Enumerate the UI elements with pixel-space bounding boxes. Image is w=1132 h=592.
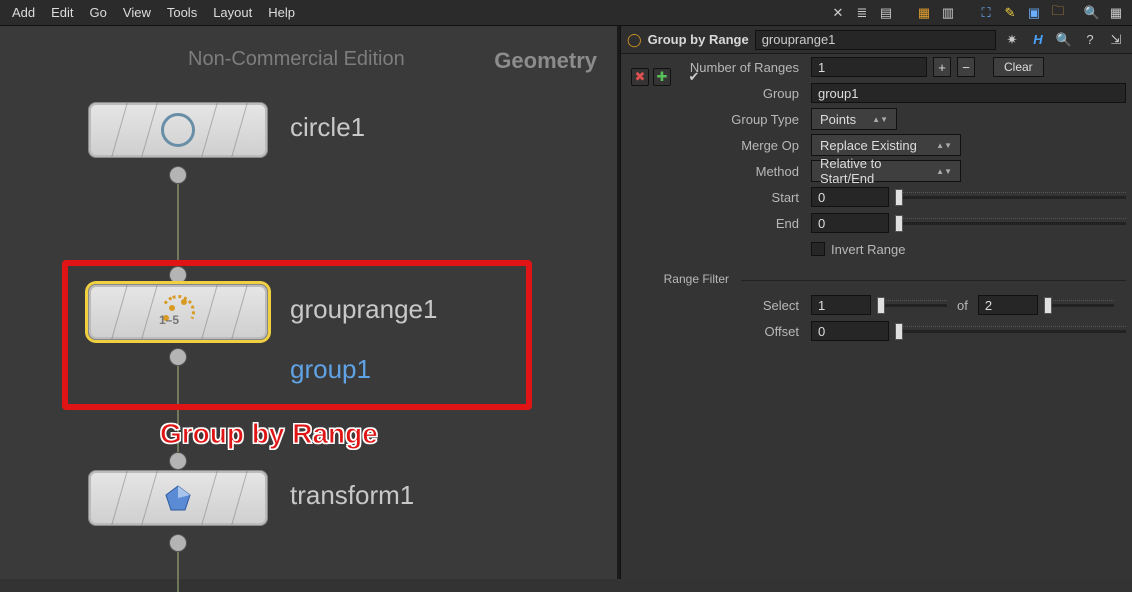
parm-invert-label: Invert Range [831,242,905,257]
lock-toggle[interactable]: ✚ [653,68,671,86]
list-icon[interactable]: ▤ [875,2,897,24]
parm-offset-slider[interactable] [895,321,1126,341]
gallery-icon[interactable]: ▦ [1105,2,1127,24]
node-transform[interactable] [88,470,268,526]
circle-icon [161,113,195,147]
parm-select-b-input[interactable] [978,295,1038,315]
wrench-x-icon[interactable]: ✕ [827,2,849,24]
node-circle[interactable] [88,102,268,158]
gear-icon[interactable]: ✷ [1002,30,1022,50]
node-circle-output[interactable] [169,166,187,184]
parm-mergeop-value: Replace Existing [820,138,917,153]
menu-tools[interactable]: Tools [159,3,205,22]
parm-end-input[interactable] [811,213,889,233]
parm-mergeop-label: Merge Op [627,138,805,153]
parm-grouptype-label: Group Type [627,112,805,127]
wire-circle-to-grouprange [178,184,179,266]
menu-edit[interactable]: Edit [43,3,81,22]
network-view[interactable]: Non-Commercial Edition Geometry circle1 … [0,26,620,579]
node-transform-label[interactable]: transform1 [290,480,414,511]
flag-toggle[interactable]: ✔ [685,68,703,86]
parm-grouptype-value: Points [820,112,856,127]
expand-icon[interactable]: ⛶ [975,2,997,24]
parm-method-value: Relative to Start/End [820,156,928,186]
tree-icon[interactable]: ≣ [851,2,873,24]
parm-invert-checkbox[interactable] [811,242,825,256]
parm-header: ◯ Group by Range ✷ H 🔍 ? ⇲ [621,26,1132,54]
folder-icon[interactable]: 🗀 [1047,2,1069,24]
watermark-text: Non-Commercial Edition [188,48,405,71]
num-ranges-minus[interactable]: − [957,57,975,77]
info-icon[interactable]: ? [1080,30,1100,50]
annotation-highlight-box [62,260,532,410]
parm-method-dropdown[interactable]: Relative to Start/End ▲▼ [811,160,961,182]
wire-transform-out [178,552,179,592]
parm-grouptype-dropdown[interactable]: Points ▲▼ [811,108,897,130]
palette-icon[interactable]: ▦ [913,2,935,24]
node-transform-output[interactable] [169,534,187,552]
parm-select-label: Select [627,298,805,313]
node-circle-label[interactable]: circle1 [290,112,365,143]
main-menubar: Add Edit Go View Tools Layout Help ✕ ≣ ▤… [0,0,1132,26]
note-icon[interactable]: ✎ [999,2,1021,24]
node-type-icon: ◯ [627,32,642,48]
transform-icon [163,483,193,513]
parameter-pane: ◯ Group by Range ✷ H 🔍 ? ⇲ Number of Ran… [620,26,1132,579]
search-icon[interactable]: 🔍 [1081,2,1103,24]
parm-method-label: Method [627,164,805,179]
parm-start-input[interactable] [811,187,889,207]
grid-icon[interactable]: ▥ [937,2,959,24]
menu-help[interactable]: Help [260,3,303,22]
parm-end-slider[interactable] [895,213,1126,233]
chevron-updown-icon: ▲▼ [872,117,888,122]
image-icon[interactable]: ▣ [1023,2,1045,24]
menu-view[interactable]: View [115,3,159,22]
network-context-label: Geometry [494,48,597,74]
parm-num-ranges-input[interactable] [811,57,927,77]
pin-icon[interactable]: ⇲ [1106,30,1126,50]
parm-start-slider[interactable] [895,187,1126,207]
parm-end-label: End [627,216,805,231]
of-label: of [953,298,972,313]
clear-button[interactable]: Clear [993,57,1044,77]
range-filter-heading: Range Filter [627,272,735,286]
parm-select-b-slider[interactable] [1044,295,1114,315]
help-h-icon[interactable]: H [1028,30,1048,50]
menu-layout[interactable]: Layout [205,3,260,22]
parm-offset-label: Offset [627,324,805,339]
parm-node-path[interactable] [755,30,996,50]
annotation-caption: Group by Range [160,418,378,450]
parm-group-input[interactable] [811,83,1126,103]
parm-select-a-input[interactable] [811,295,871,315]
menu-go[interactable]: Go [82,3,115,22]
chevron-updown-icon: ▲▼ [936,143,952,148]
num-ranges-plus[interactable]: + [933,57,951,77]
bypass-toggle[interactable]: ✖ [631,68,649,86]
parm-select-a-slider[interactable] [877,295,947,315]
parm-mergeop-dropdown[interactable]: Replace Existing ▲▼ [811,134,961,156]
node-transform-input[interactable] [169,452,187,470]
chevron-updown-icon: ▲▼ [936,169,952,174]
parm-start-label: Start [627,190,805,205]
menu-add[interactable]: Add [4,3,43,22]
search-icon[interactable]: 🔍 [1054,30,1074,50]
parm-offset-input[interactable] [811,321,889,341]
parm-node-type: Group by Range [648,32,749,47]
